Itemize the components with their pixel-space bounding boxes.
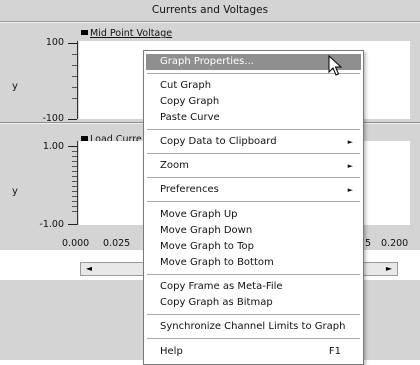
y-minor-tick bbox=[72, 211, 77, 212]
menu-item-help[interactable]: Help F1 bbox=[146, 344, 361, 360]
window-title: Currents and Voltages bbox=[0, 0, 420, 22]
x-tick-label: 0.200 bbox=[381, 238, 409, 249]
menu-item-copy-graph[interactable]: Copy Graph bbox=[146, 94, 361, 110]
menu-item-paste-curve[interactable]: Paste Curve bbox=[146, 110, 361, 126]
menu-item-label: Synchronize Channel Limits to Graph bbox=[160, 321, 346, 332]
menu-separator bbox=[147, 338, 360, 339]
y-minor-tick bbox=[72, 191, 77, 192]
submenu-arrow-icon: ► bbox=[347, 162, 353, 170]
y-minor-tick bbox=[72, 166, 77, 167]
menu-item-copy-graph-as-bitmap[interactable]: Copy Graph as Bitmap bbox=[146, 295, 361, 311]
menu-separator bbox=[147, 201, 360, 202]
y-major-tick bbox=[68, 43, 77, 44]
menu-item-label: Move Graph to Bottom bbox=[160, 257, 274, 268]
x-tick-label: 5 bbox=[365, 238, 372, 249]
y-minor-tick bbox=[72, 54, 77, 55]
menu-item-move-graph-down[interactable]: Move Graph Down bbox=[146, 223, 361, 239]
x-tick-label: 0.025 bbox=[103, 238, 131, 249]
y-major-tick bbox=[68, 224, 77, 225]
legend-swatch-icon bbox=[81, 30, 88, 35]
submenu-arrow-icon: ► bbox=[347, 186, 353, 194]
y-tick-label: 100 bbox=[45, 37, 64, 48]
y-minor-tick bbox=[72, 196, 77, 197]
y-minor-tick bbox=[72, 176, 77, 177]
y-minor-tick bbox=[72, 201, 77, 202]
menu-item-copy-frame-as-meta-file[interactable]: Copy Frame as Meta-File bbox=[146, 279, 361, 295]
y-major-tick bbox=[68, 119, 77, 120]
menu-shortcut: F1 bbox=[328, 346, 341, 357]
menu-item-label: Copy Graph as Bitmap bbox=[160, 297, 273, 308]
y-minor-tick bbox=[72, 151, 77, 152]
submenu-arrow-icon: ► bbox=[347, 138, 353, 146]
y-major-tick bbox=[68, 146, 77, 147]
menu-item-label: Move Graph Up bbox=[160, 209, 238, 220]
menu-item-label: Cut Graph bbox=[160, 80, 212, 91]
menu-item-zoom[interactable]: Zoom ► bbox=[146, 158, 361, 174]
menu-item-label: Copy Data to Clipboard bbox=[160, 136, 277, 147]
menu-item-label: Move Graph to Top bbox=[160, 241, 254, 252]
menu-item-label: Copy Frame as Meta-File bbox=[160, 281, 283, 292]
y-axis-label: y bbox=[12, 81, 18, 92]
y-axis-line bbox=[77, 41, 78, 119]
menu-item-label: Paste Curve bbox=[160, 112, 220, 123]
mouse-cursor-icon bbox=[328, 55, 343, 76]
y-axis-label: y bbox=[12, 186, 18, 197]
menu-item-label: Graph Properties... bbox=[160, 56, 254, 67]
menu-item-preferences[interactable]: Preferences ► bbox=[146, 182, 361, 198]
y-minor-tick bbox=[72, 76, 77, 77]
y-minor-tick bbox=[72, 181, 77, 182]
y-tick-label: -1.00 bbox=[39, 219, 64, 230]
scroll-right-icon[interactable]: ► bbox=[383, 263, 395, 275]
scroll-left-icon[interactable]: ◄ bbox=[83, 263, 95, 275]
y-axis-line bbox=[77, 141, 78, 225]
menu-separator bbox=[147, 314, 360, 315]
menu-item-label: Move Graph Down bbox=[160, 225, 253, 236]
legend-label: Mid Point Voltage bbox=[90, 28, 173, 39]
menu-item-move-graph-up[interactable]: Move Graph Up bbox=[146, 207, 361, 223]
y-minor-tick bbox=[72, 87, 77, 88]
x-tick-label: 0.000 bbox=[62, 238, 90, 249]
menu-separator bbox=[147, 274, 360, 275]
menu-item-cut-graph[interactable]: Cut Graph bbox=[146, 78, 361, 94]
y-minor-tick bbox=[72, 206, 77, 207]
menu-item-move-graph-to-bottom[interactable]: Move Graph to Bottom bbox=[146, 255, 361, 271]
menu-separator bbox=[147, 129, 360, 130]
y-minor-tick bbox=[72, 171, 77, 172]
menu-item-move-graph-to-top[interactable]: Move Graph to Top bbox=[146, 239, 361, 255]
graph-legend[interactable]: Mid Point Voltage bbox=[81, 28, 172, 39]
menu-item-label: Zoom bbox=[160, 160, 189, 171]
menu-separator bbox=[147, 153, 360, 154]
menu-item-copy-data-to-clipboard[interactable]: Copy Data to Clipboard ► bbox=[146, 134, 361, 150]
context-menu: Graph Properties... Cut Graph Copy Graph… bbox=[143, 50, 364, 365]
menu-item-synchronize-channel-limits[interactable]: Synchronize Channel Limits to Graph bbox=[146, 319, 361, 335]
y-minor-tick bbox=[72, 156, 77, 157]
menu-separator bbox=[147, 177, 360, 178]
menu-item-label: Copy Graph bbox=[160, 96, 220, 107]
y-minor-tick bbox=[72, 65, 77, 66]
y-minor-tick bbox=[72, 186, 77, 187]
y-minor-tick bbox=[72, 98, 77, 99]
y-minor-tick bbox=[72, 161, 77, 162]
menu-item-label: Preferences bbox=[160, 184, 219, 195]
y-tick-label: 1.00 bbox=[42, 141, 64, 152]
menu-item-label: Help bbox=[160, 346, 183, 357]
